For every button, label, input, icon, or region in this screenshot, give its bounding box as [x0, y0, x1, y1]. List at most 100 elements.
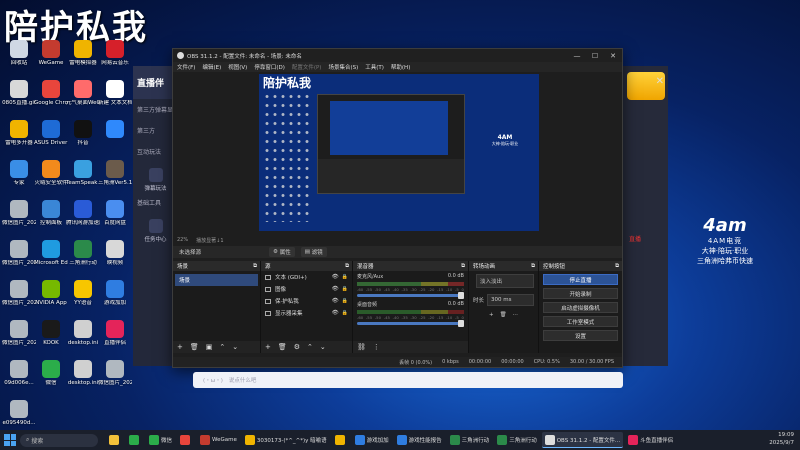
taskbar-app[interactable]: 微信 [146, 432, 175, 448]
desktop-icon[interactable]: 微信图片_20250815 [2, 280, 36, 307]
zoom-mode[interactable]: 播放显著↓1 [196, 237, 223, 244]
menu-view[interactable]: 视图(V) [228, 63, 247, 71]
desktop-icon[interactable]: 百度网盘 [98, 200, 132, 227]
desktop-icon[interactable]: 三角洲Ver5.1 [98, 160, 132, 187]
add-icon[interactable]: + [489, 312, 494, 318]
taskbar-app[interactable]: 游戏加加 [352, 432, 392, 448]
stop-streaming-button[interactable]: 停止直播 [543, 274, 618, 285]
link-icon[interactable]: ⛓ [357, 343, 366, 351]
visibility-icon[interactable]: 👁 [332, 274, 339, 280]
delete-icon[interactable]: 🗑 [500, 312, 507, 318]
desktop-icon[interactable]: 微信图片_20250815 [98, 360, 132, 387]
desktop-icon[interactable]: Microsoft Edge [34, 240, 68, 267]
delete-icon[interactable]: 🗑 [278, 343, 287, 351]
taskbar-app[interactable]: 斗鱼直播伴侣 [625, 432, 676, 448]
menu-scene-collection[interactable]: 场景集合(S) [328, 63, 358, 71]
volume-slider[interactable] [357, 292, 464, 299]
menu-file[interactable]: 文件(F) [177, 63, 195, 71]
source-item[interactable]: 保·护私我 👁 🔒 [261, 295, 352, 307]
dock-menu-icon[interactable]: ⧉ [461, 263, 465, 270]
source-item[interactable]: 显示器采集 👁 🔒 [261, 307, 352, 319]
desktop-icon[interactable]: 直播伴侣 [98, 320, 132, 347]
chat-input-bar[interactable]: (・ω・) 说点什么吧 [193, 372, 623, 388]
close-icon[interactable]: ✕ [656, 76, 664, 87]
lock-icon[interactable]: 🔒 [342, 274, 348, 280]
desktop-icon[interactable]: 0805直播.gif [2, 80, 36, 107]
desktop-icon[interactable]: TeamSpeak 3 [66, 160, 100, 187]
move-up-icon[interactable]: ⌃ [307, 343, 313, 351]
delete-icon[interactable]: 🗑 [190, 343, 199, 351]
start-icon[interactable] [4, 434, 16, 446]
visibility-icon[interactable]: 👁 [332, 286, 339, 292]
close-icon[interactable]: ✕ [604, 52, 622, 60]
filter-icon[interactable]: ▣ [206, 343, 213, 351]
desktop-icon[interactable]: 火绒安全软件 [34, 160, 68, 187]
duration-input[interactable]: 300 ms [487, 294, 534, 306]
transition-select[interactable]: 淡入淡出 [476, 274, 534, 288]
dock-menu-icon[interactable]: ⧉ [253, 263, 257, 270]
desktop-icon[interactable]: WeGame [34, 40, 68, 67]
filters-button[interactable]: ▤ 滤镜 [300, 247, 327, 257]
desktop-icon[interactable]: 元气桌面WeGame [66, 80, 100, 107]
maximize-icon[interactable]: ☐ [586, 52, 604, 60]
volume-slider[interactable] [357, 320, 464, 327]
desktop-icon[interactable]: 回收站 [2, 40, 36, 67]
add-icon[interactable]: + [177, 343, 183, 351]
desktop-icon[interactable]: 腾讯网游加速器 [66, 200, 100, 227]
system-clock[interactable]: 19:09 2025/9/7 [769, 432, 794, 447]
properties-button[interactable]: ⚙ 属性 [269, 247, 295, 257]
menu-edit[interactable]: 编辑(E) [202, 63, 221, 71]
taskbar-app[interactable]: 三角洲行动 [447, 432, 493, 448]
move-up-icon[interactable]: ⌃ [219, 343, 225, 351]
desktop-icon[interactable]: 游戏加加 [98, 280, 132, 307]
taskbar-app[interactable]: 3030173-(*^_^*)y 暗喻语 [242, 432, 330, 448]
gear-icon[interactable]: ⚙ [294, 343, 300, 351]
desktop-icon[interactable]: 网易云音乐 [98, 40, 132, 67]
lock-icon[interactable]: 🔒 [342, 310, 348, 316]
desktop-icon[interactable]: 雷电模拟器 [66, 40, 100, 67]
visibility-icon[interactable]: 👁 [332, 310, 339, 316]
desktop-icon[interactable]: YY语音 [66, 280, 100, 307]
desktop-icon[interactable]: KOOK [34, 320, 68, 347]
desktop-icon[interactable]: NVIDIA App [34, 280, 68, 307]
menu-help[interactable]: 帮助(H) [391, 63, 410, 71]
taskbar-app[interactable]: 游戏性能报告 [394, 432, 445, 448]
lock-icon[interactable]: 🔒 [342, 298, 348, 304]
desktop-icon[interactable]: Google Chrome [34, 80, 68, 107]
start-virtual-camera-button[interactable]: 启动虚拟摄像机 [543, 302, 618, 313]
desktop-icon[interactable]: 新建 文本文档.txt [98, 80, 132, 107]
taskbar-app[interactable] [106, 432, 124, 448]
desktop-icon[interactable]: e095490d... [2, 400, 36, 427]
search-box[interactable]: ⌕ 搜索 [20, 433, 98, 447]
desktop-icon[interactable]: 微信图片_20250815 [2, 240, 36, 267]
desktop-icon[interactable] [98, 120, 132, 140]
visibility-icon[interactable]: 👁 [332, 298, 339, 304]
desktop-icon[interactable]: 三角洲行动 [66, 240, 100, 267]
desktop-icon[interactable]: 雷电多开器 [2, 120, 36, 147]
lock-icon[interactable]: 🔒 [342, 286, 348, 292]
desktop-icon[interactable]: 微信图片_20250814 [2, 200, 36, 227]
desktop-icon[interactable]: ASUS DriverHub [34, 120, 68, 147]
desktop-icon[interactable]: 微信 [34, 360, 68, 387]
source-item[interactable]: 文本 (GDI+) 👁 🔒 [261, 271, 352, 283]
desktop-icon[interactable]: 映视频 [98, 240, 132, 267]
desktop-icon[interactable]: 抖音 [66, 120, 100, 147]
more-icon[interactable]: ⋯ [513, 312, 519, 318]
scene-item[interactable]: 场景 [175, 274, 258, 286]
taskbar-app[interactable] [177, 432, 195, 448]
dock-menu-icon[interactable]: ⧉ [615, 263, 619, 270]
move-down-icon[interactable]: ⌄ [320, 343, 326, 351]
taskbar-app[interactable]: OBS 31.1.2 - 配置文件... [541, 432, 624, 448]
dock-menu-icon[interactable]: ⧉ [345, 263, 349, 270]
menu-docks[interactable]: 停靠窗口(D) [254, 63, 285, 71]
menu-profile[interactable]: 配置文件(P) [292, 63, 322, 71]
settings-button[interactable]: 设置 [543, 330, 618, 341]
desktop-icon[interactable]: 微信图片_20250815 [2, 320, 36, 347]
menu-tools[interactable]: 工具(T) [365, 63, 384, 71]
minimize-icon[interactable]: — [568, 52, 586, 60]
source-item[interactable]: 图像 👁 🔒 [261, 283, 352, 295]
taskbar-app[interactable] [126, 432, 144, 448]
move-down-icon[interactable]: ⌄ [232, 343, 238, 351]
desktop-icon[interactable]: desktop.ini [66, 360, 100, 387]
studio-mode-button[interactable]: 工作室模式 [543, 316, 618, 327]
